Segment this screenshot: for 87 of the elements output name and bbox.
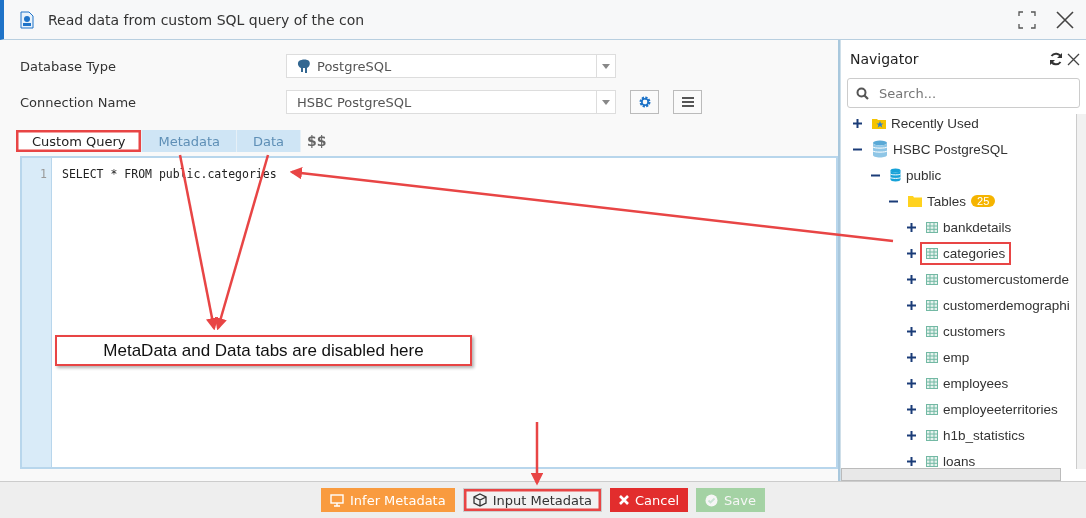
table-icon	[926, 299, 938, 311]
cube-icon	[472, 493, 487, 507]
table-icon	[926, 221, 938, 233]
scrollbar[interactable]	[841, 468, 1061, 481]
tree-item[interactable]: categories	[922, 243, 1010, 263]
expand-toggle[interactable]	[907, 430, 916, 440]
elephant-icon	[297, 58, 311, 74]
tree-item[interactable]: employees	[922, 373, 1013, 393]
menu-icon	[681, 97, 694, 107]
expand-toggle[interactable]	[907, 404, 916, 414]
expand-toggle[interactable]	[907, 352, 916, 362]
dropdown-value: HSBC PostgreSQL	[297, 94, 413, 110]
close-icon[interactable]	[1056, 10, 1074, 29]
refresh-icon[interactable]	[1049, 52, 1063, 66]
tree-item[interactable]: HSBC PostgreSQL	[868, 138, 1012, 160]
tree-item[interactable]: Recently Used	[868, 113, 983, 133]
table-icon	[926, 351, 938, 363]
table-icon	[926, 273, 938, 285]
table-icon	[926, 325, 938, 337]
tree-item[interactable]: customers	[922, 321, 1010, 341]
dropdown[interactable]: HSBC PostgreSQL	[286, 90, 616, 114]
panel-title: Navigator	[849, 51, 920, 67]
tree-item[interactable]: public	[886, 165, 946, 185]
gear-icon	[638, 96, 651, 108]
database-icon	[890, 168, 901, 182]
table-icon	[926, 377, 938, 389]
tree-item[interactable]: Tables 25	[904, 191, 1000, 211]
plus-icon	[907, 326, 916, 336]
table-icon	[926, 247, 938, 259]
plus-icon	[907, 222, 916, 232]
tree-item[interactable]: emp	[922, 347, 974, 367]
star-folder-icon	[872, 117, 886, 129]
expand-toggle[interactable]	[907, 248, 916, 258]
expand-toggle[interactable]	[907, 222, 916, 232]
expand-toggle[interactable]	[907, 274, 916, 284]
caret-icon	[602, 99, 610, 105]
plus-icon	[853, 118, 862, 128]
search-icon	[856, 86, 869, 100]
parameter-label: $$	[307, 133, 327, 149]
dropdown-value: PostgreSQL	[317, 58, 393, 74]
field-label: Database Type	[19, 58, 118, 74]
tree-item[interactable]: bankdetails	[922, 217, 1016, 237]
table-icon	[926, 403, 938, 415]
count-badge: 25	[971, 195, 996, 207]
tree-item[interactable]: h1b_statistics	[922, 425, 1029, 445]
annotation-arrow	[530, 422, 544, 486]
plus-icon	[907, 300, 916, 310]
expand-toggle[interactable]	[907, 378, 916, 388]
menu-button[interactable]	[673, 90, 702, 114]
monitor-icon	[330, 493, 344, 507]
maximize-icon[interactable]	[1018, 10, 1036, 29]
database-icon	[872, 140, 888, 158]
window-title: Read data from custom SQL query of the con	[48, 11, 365, 28]
dropdown[interactable]: PostgreSQL	[286, 54, 616, 78]
table-icon	[926, 429, 938, 441]
plus-icon	[907, 378, 916, 388]
plus-icon	[907, 352, 916, 362]
tree-item[interactable]: customercustomerde	[922, 269, 1074, 289]
close-icon[interactable]	[1067, 52, 1080, 66]
search-field[interactable]: Search...	[847, 78, 1080, 108]
tab[interactable]: Custom Query	[16, 130, 143, 152]
plus-icon	[907, 430, 916, 440]
folder-icon	[908, 195, 922, 207]
expand-toggle[interactable]	[907, 300, 916, 310]
file-icon	[20, 10, 34, 29]
expand-toggle[interactable]	[853, 118, 862, 128]
expand-toggle[interactable]	[907, 326, 916, 336]
expand-toggle[interactable]	[907, 456, 916, 466]
callout-note: MetaData and Data tabs are disabled here	[55, 335, 472, 366]
tree-item[interactable]: loans	[922, 451, 980, 471]
input-button[interactable]: Input Metadata	[462, 488, 603, 512]
scrollbar[interactable]	[1076, 114, 1086, 469]
close-icon	[619, 495, 630, 505]
tree-item[interactable]: employeeterritories	[922, 399, 1062, 419]
cancel-button[interactable]: Cancel	[610, 488, 689, 512]
table-icon	[926, 455, 938, 467]
search-input[interactable]: Search...	[877, 84, 1061, 102]
check-icon	[705, 493, 719, 507]
plus-icon	[907, 248, 916, 258]
caret-icon	[602, 63, 610, 69]
settings-button[interactable]	[630, 90, 659, 114]
plus-icon	[907, 404, 916, 414]
plus-icon	[907, 456, 916, 466]
field-label: Connection Name	[19, 94, 138, 110]
plus-icon	[907, 274, 916, 284]
line-number: 1	[40, 166, 47, 182]
tree-item[interactable]: customerdemographi	[922, 295, 1074, 315]
